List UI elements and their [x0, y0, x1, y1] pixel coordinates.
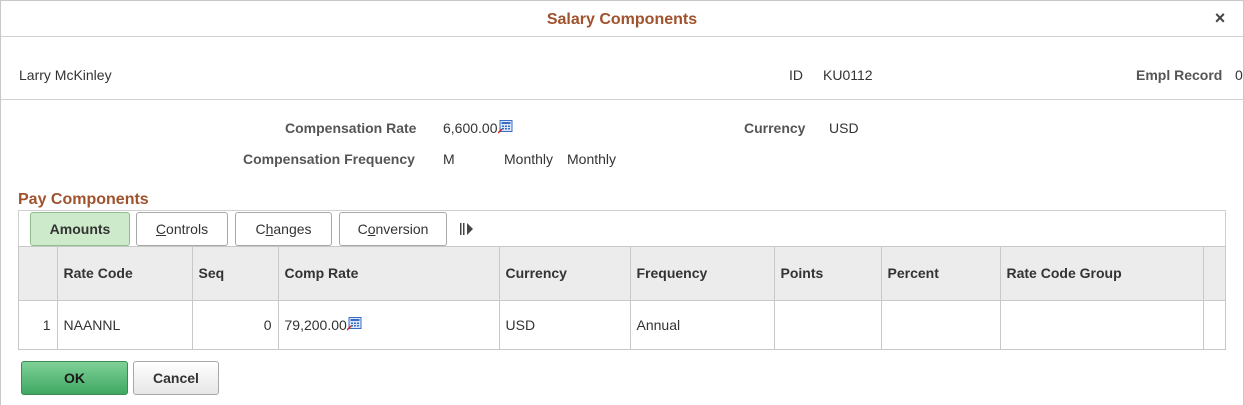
tab-bar: Amounts Controls Changes Conversion: [18, 210, 1226, 247]
cell-seq: 0: [192, 300, 279, 350]
tab-label-rest: anges: [273, 221, 312, 237]
compensation-frequency-desc: Monthly: [504, 151, 554, 167]
id-label: ID: [789, 67, 803, 83]
col-header-seq[interactable]: Seq: [192, 247, 279, 301]
col-header-rate-code-group[interactable]: Rate Code Group: [1000, 247, 1204, 301]
col-header-frequency[interactable]: Frequency: [630, 247, 775, 301]
tab-controls[interactable]: Controls: [136, 212, 228, 246]
tab-label-pre: C: [255, 221, 266, 237]
row-number: 1: [19, 300, 58, 350]
currency-value: USD: [829, 120, 859, 136]
compensation-frequency-label: Compensation Frequency: [243, 151, 415, 167]
table-row: 1 NAANNL 0 79,200.00 USD Annual: [19, 300, 1225, 350]
cell-rate-code: NAANNL: [57, 300, 193, 350]
cell-percent: [881, 300, 1001, 350]
cell-currency: USD: [499, 300, 631, 350]
dialog-title: Salary Components: [546, 11, 698, 28]
empl-record-value: 0: [1235, 67, 1243, 83]
col-header-currency[interactable]: Currency: [499, 247, 631, 301]
cell-spacer: [1203, 300, 1225, 350]
comp-rate-value: 79,200.00: [284, 317, 347, 334]
cell-frequency: Annual: [630, 300, 775, 350]
pay-components-grid: Rate Code Seq Comp Rate Currency Frequen…: [18, 246, 1226, 350]
cell-rate-code-group: [1000, 300, 1204, 350]
col-header-points[interactable]: Points: [774, 247, 882, 301]
col-header-rate-code[interactable]: Rate Code: [57, 247, 193, 301]
grid-header-row: Rate Code Seq Comp Rate Currency Frequen…: [19, 247, 1225, 301]
calculator-icon[interactable]: [496, 120, 512, 134]
employee-name: Larry McKinley: [19, 67, 112, 83]
col-header-comp-rate[interactable]: Comp Rate: [278, 247, 500, 301]
col-header-percent[interactable]: Percent: [881, 247, 1001, 301]
pay-components-title: Pay Components: [18, 191, 149, 208]
cancel-button[interactable]: Cancel: [133, 361, 219, 395]
compensation-frequency-desc-2: Monthly: [567, 151, 617, 167]
tab-label: Amounts: [49, 221, 111, 237]
tab-label-rest: nversion: [375, 221, 429, 237]
empl-record-label: Empl Record: [1136, 67, 1223, 83]
close-icon[interactable]: ×: [1211, 9, 1229, 27]
col-header-row-number: [19, 247, 58, 301]
col-header-spacer: [1203, 247, 1225, 301]
compensation-frequency-code: M: [443, 151, 455, 167]
cell-points: [774, 300, 882, 350]
ok-button[interactable]: OK: [21, 361, 128, 395]
tab-label-rest: ontrols: [166, 221, 209, 237]
tab-accesskey: C: [155, 221, 167, 237]
cell-comp-rate: 79,200.00: [278, 300, 500, 350]
compensation-rate-label: Compensation Rate: [285, 120, 417, 136]
tab-accesskey: o: [367, 221, 376, 237]
dialog-titlebar: Salary Components ×: [1, 1, 1243, 37]
tab-changes[interactable]: Changes: [235, 212, 332, 246]
compensation-rate-value: 6,600.00: [443, 120, 498, 136]
compensation-rate-field: 6,600.00: [443, 120, 512, 136]
tab-label-pre: C: [357, 221, 368, 237]
divider: [1, 99, 1244, 100]
tab-amounts[interactable]: Amounts: [30, 212, 130, 246]
calculator-icon[interactable]: [346, 317, 362, 331]
salary-components-dialog: Salary Components × Larry McKinley ID KU…: [0, 0, 1244, 405]
show-all-columns-icon[interactable]: [460, 222, 474, 236]
tab-conversion[interactable]: Conversion: [339, 212, 447, 246]
id-value: KU0112: [823, 67, 873, 83]
currency-label: Currency: [744, 120, 806, 136]
